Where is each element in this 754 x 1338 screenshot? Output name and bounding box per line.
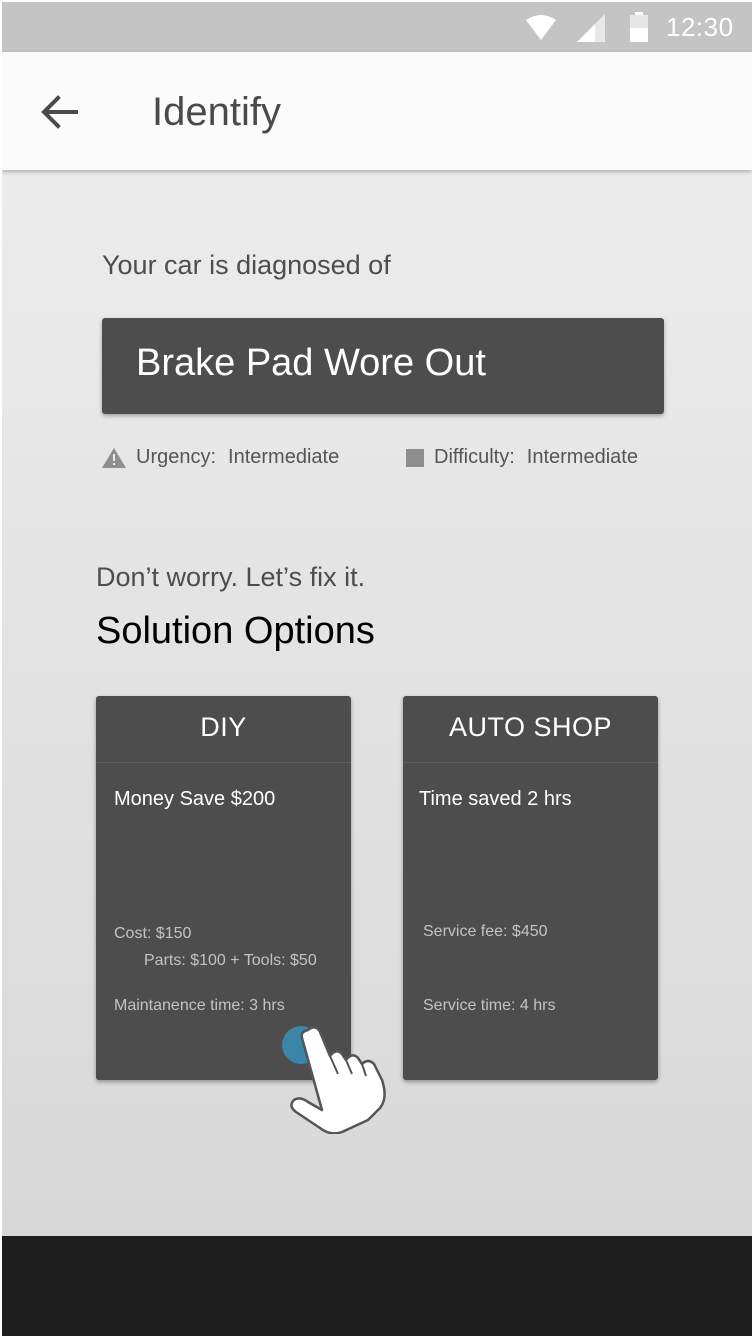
battery-icon bbox=[630, 12, 648, 42]
diy-savings: Money Save $200 bbox=[114, 788, 276, 810]
auto-shop-fee: Service fee: $450 bbox=[423, 923, 548, 940]
app-bar: Identify bbox=[2, 52, 752, 170]
wifi-icon bbox=[526, 15, 556, 40]
pointing-hand-icon bbox=[290, 1026, 386, 1134]
reassurance-text: Don’t worry. Let’s fix it. bbox=[96, 562, 366, 592]
urgency-value: Intermediate bbox=[228, 446, 340, 468]
navigation-bar bbox=[2, 1236, 752, 1336]
auto-shop-service-time: Service time: 4 hrs bbox=[423, 997, 556, 1014]
back-button[interactable] bbox=[38, 90, 82, 134]
diagnosis-result: Brake Pad Wore Out bbox=[136, 342, 486, 384]
status-bar: 12:30 bbox=[2, 2, 752, 52]
page-title: Identify bbox=[152, 90, 281, 134]
warning-icon bbox=[102, 447, 126, 468]
arrow-back-icon bbox=[41, 95, 78, 129]
diy-card-title: DIY bbox=[200, 712, 247, 742]
signal-icon bbox=[577, 14, 605, 42]
urgency-indicator: Urgency: Intermediate bbox=[102, 446, 339, 469]
status-time: 12:30 bbox=[666, 12, 734, 42]
urgency-label: Urgency: bbox=[136, 446, 217, 468]
diagnosis-intro: Your car is diagnosed of bbox=[102, 250, 391, 280]
diagnosis-result-box: Brake Pad Wore Out bbox=[102, 318, 664, 414]
square-icon bbox=[406, 448, 424, 467]
auto-shop-time-saved: Time saved 2 hrs bbox=[419, 788, 572, 810]
main-content: Your car is diagnosed of Brake Pad Wore … bbox=[2, 170, 752, 1236]
diy-card-header: DIY bbox=[96, 696, 351, 763]
difficulty-value: Intermediate bbox=[526, 446, 638, 468]
auto-shop-option-card[interactable]: AUTO SHOP Time saved 2 hrs Service fee: … bbox=[403, 696, 658, 1080]
auto-shop-card-title: AUTO SHOP bbox=[448, 712, 613, 742]
diy-maintenance-time: Maintanence time: 3 hrs bbox=[114, 997, 285, 1014]
solution-options-title: Solution Options bbox=[96, 610, 375, 652]
difficulty-indicator: Difficulty: Intermediate bbox=[406, 446, 638, 469]
diy-cost-breakdown: Parts: $100 + Tools: $50 bbox=[144, 952, 317, 969]
phone-screen: 12:30 Identify Your car is diagnosed of … bbox=[2, 2, 752, 1336]
diy-cost: Cost: $150 bbox=[114, 925, 192, 942]
difficulty-label: Difficulty: bbox=[434, 446, 515, 468]
auto-shop-card-header: AUTO SHOP bbox=[403, 696, 658, 763]
